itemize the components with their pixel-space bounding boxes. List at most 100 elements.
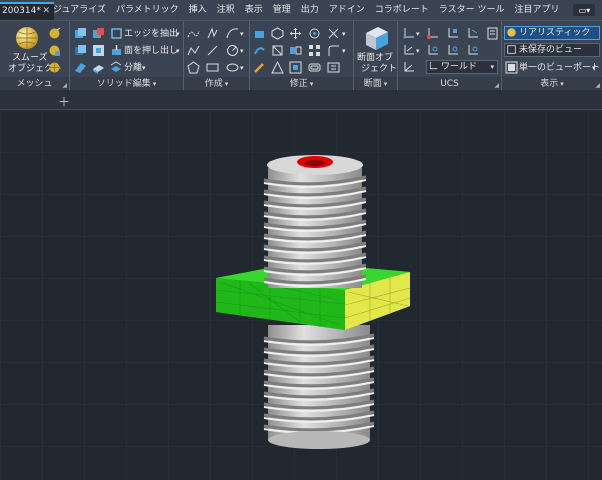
polygon-icon[interactable]	[187, 61, 200, 74]
ribbon-tab[interactable]: パラメトリック	[112, 0, 185, 20]
chamfer-icon[interactable]	[327, 44, 340, 57]
ucs-icon[interactable]	[402, 27, 415, 40]
array-icon[interactable]	[308, 44, 321, 57]
intersect-icon[interactable]	[74, 44, 87, 57]
interfere-icon[interactable]	[92, 44, 105, 57]
section-group: 断面オブ ジェクト 断面 ▾	[354, 21, 398, 91]
ribbon-tab[interactable]: コラボレート	[371, 0, 435, 20]
fillet-icon[interactable]	[327, 27, 340, 40]
arc-icon[interactable]	[226, 27, 239, 40]
mesh-group-label[interactable]: メッシュ	[0, 77, 69, 91]
revolve-icon[interactable]	[271, 27, 284, 40]
chevron-down-icon[interactable]: ▾	[342, 45, 346, 57]
visual-style-dropdown[interactable]: リアリスティック	[504, 26, 600, 40]
polyline-3d-icon[interactable]	[187, 27, 200, 40]
ribbon-tab[interactable]: 表示	[241, 0, 269, 20]
dialog-launcher-icon[interactable]: ◢	[595, 82, 600, 89]
ribbon-tab[interactable]: アドイン	[325, 0, 371, 20]
chevron-down-icon[interactable]: ▾	[176, 28, 180, 40]
rotate-3d-icon[interactable]	[308, 27, 321, 40]
separate-label[interactable]: 分離	[124, 62, 142, 74]
press-pull-icon[interactable]	[110, 44, 123, 57]
rectangle-icon[interactable]	[206, 61, 219, 74]
scale-icon[interactable]	[289, 61, 302, 74]
bolt-upper-shank[interactable]	[263, 155, 367, 288]
saved-view-dropdown[interactable]: 未保存のビュー	[504, 43, 600, 57]
ucs-origin-icon[interactable]	[426, 27, 439, 40]
draw-group: ▾ ▾ ▾ 作成 ▾	[184, 21, 250, 91]
mesh-crease-icon[interactable]	[48, 44, 61, 57]
extract-edges-icon[interactable]	[110, 27, 123, 40]
section-object-label-2[interactable]: ジェクト	[361, 63, 397, 75]
chevron-down-icon: ▾	[490, 63, 494, 71]
align-3d-icon[interactable]	[271, 61, 284, 74]
dialog-launcher-icon[interactable]: ◢	[62, 82, 67, 89]
viewport-config-icon[interactable]	[505, 61, 518, 74]
chevron-down-icon[interactable]: ▾	[142, 62, 146, 74]
loft-icon[interactable]	[271, 44, 284, 57]
ribbon-options-icon[interactable]: ▭▾	[573, 4, 596, 16]
circle-icon[interactable]	[226, 44, 239, 57]
document-tab[interactable]: 200314* ✕	[0, 2, 54, 20]
chevron-down-icon[interactable]: ▾	[240, 45, 244, 57]
viewport-config-label[interactable]: 単一のビューポート	[519, 62, 600, 74]
solid-edit-group: エッジを抽出 ▾ 面を押し出し ▾ 分離 ▾ ソリッド編集 ▾	[70, 21, 184, 91]
extract-edges-label[interactable]: エッジを抽出	[124, 28, 178, 40]
view-group-label[interactable]: 表示 ▾	[502, 77, 602, 91]
draw-group-label[interactable]: 作成 ▾	[184, 77, 249, 91]
ribbon-tab[interactable]: 挿入	[185, 0, 213, 20]
union-icon[interactable]	[74, 27, 87, 40]
separate-icon[interactable]	[110, 61, 123, 74]
modify-group-label[interactable]: 修正 ▾	[250, 77, 353, 91]
thicken-icon[interactable]	[92, 61, 105, 74]
section-plane-icon[interactable]	[362, 25, 390, 51]
press-pull-label[interactable]: 面を押し出し	[124, 45, 178, 57]
ucs-settings-icon[interactable]	[486, 27, 499, 40]
chevron-down-icon[interactable]: ▾	[342, 28, 346, 40]
ucs-world-icon[interactable]	[402, 61, 415, 74]
subtract-icon[interactable]	[92, 27, 105, 40]
visual-style-icon	[507, 28, 516, 37]
chevron-down-icon[interactable]: ▾	[176, 45, 180, 57]
ucs-group-label[interactable]: UCS	[398, 77, 501, 91]
smooth-object-icon[interactable]	[14, 25, 40, 51]
dialog-launcher-icon[interactable]: ◢	[494, 82, 499, 89]
solid-edit-group-label[interactable]: ソリッド編集 ▾	[70, 77, 183, 91]
offset-icon[interactable]	[308, 61, 321, 74]
new-tab-icon[interactable]: ＋	[58, 93, 70, 110]
line-icon[interactable]	[206, 44, 219, 57]
chevron-down-icon[interactable]: ▾	[240, 62, 244, 74]
bolt-lower-shank[interactable]	[263, 325, 375, 449]
chevron-down-icon[interactable]: ▾	[416, 28, 420, 40]
slice-icon[interactable]	[74, 61, 87, 74]
ucs-dropdown-icon	[429, 61, 438, 70]
chevron-down-icon[interactable]: ▾	[240, 28, 244, 40]
section-group-label[interactable]: 断面 ▾	[354, 77, 397, 91]
chevron-down-icon[interactable]: ▾	[592, 62, 596, 74]
spline-icon[interactable]	[187, 44, 200, 57]
drawing-viewport[interactable]	[0, 110, 602, 480]
ribbon-tab[interactable]: 注目アプリ	[510, 0, 565, 20]
paint-brush-icon[interactable]	[253, 61, 266, 74]
mesh-refine-icon[interactable]	[48, 27, 61, 40]
ucs-object-icon[interactable]	[466, 27, 479, 40]
ucs-z-icon[interactable]	[466, 44, 479, 57]
extrude-icon[interactable]	[253, 27, 266, 40]
sweep-icon[interactable]	[253, 44, 266, 57]
ribbon-tab[interactable]: 管理	[269, 0, 297, 20]
ribbon-tab[interactable]: 注釈	[213, 0, 241, 20]
move-icon[interactable]	[289, 27, 302, 40]
helix-icon[interactable]	[206, 27, 219, 40]
ucs-y-icon[interactable]	[446, 44, 459, 57]
ribbon-tab[interactable]: ラスター ツール	[435, 0, 511, 20]
mesh-smooth-more-icon[interactable]	[48, 61, 61, 74]
ellipse-icon[interactable]	[226, 61, 239, 74]
mirror-3d-icon[interactable]	[289, 44, 302, 57]
chevron-down-icon[interactable]: ▾	[416, 45, 420, 57]
trim-icon[interactable]	[327, 61, 340, 74]
ucs-x-icon[interactable]	[426, 44, 439, 57]
ucs-named-icon[interactable]	[402, 44, 415, 57]
ribbon-tab[interactable]: 出力	[297, 0, 325, 20]
close-icon[interactable]: ✕	[42, 4, 50, 19]
ucs-view-icon[interactable]	[446, 27, 459, 40]
